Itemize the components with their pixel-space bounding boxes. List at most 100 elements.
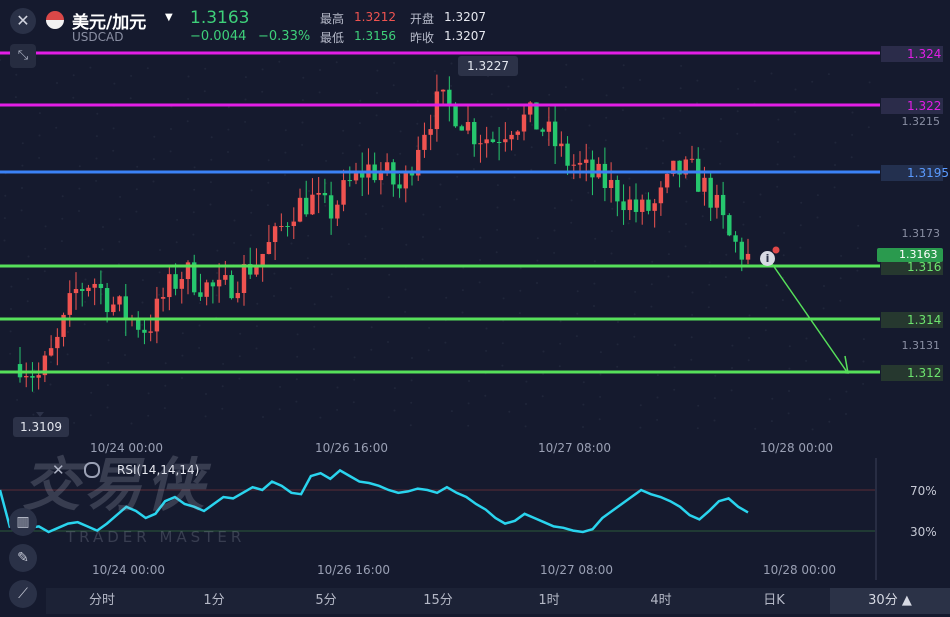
map-dot: [816, 194, 819, 197]
dropdown-icon[interactable]: ▼: [165, 12, 173, 23]
open-label: 开盘: [410, 12, 435, 26]
map-dot: [782, 254, 785, 257]
trend-button[interactable]: ⟋: [9, 580, 37, 608]
map-dot: [502, 297, 505, 300]
map-dot: [158, 293, 161, 296]
map-dot: [737, 87, 740, 90]
timeframe-bar: [46, 588, 950, 614]
map-dot: [696, 79, 699, 82]
map-dot: [621, 109, 624, 112]
map-dot: [21, 164, 24, 167]
map-dot: [352, 401, 355, 404]
tab-fenshi[interactable]: 分时: [80, 588, 124, 614]
map-dot: [793, 133, 796, 136]
indicator-button[interactable]: ▥: [9, 508, 37, 536]
level-tag-1322: 1.322: [881, 98, 943, 114]
map-dot: [513, 198, 516, 201]
map-dot: [95, 135, 98, 138]
candle-body: [378, 172, 384, 181]
tab-4h[interactable]: 4时: [639, 588, 683, 614]
close-button[interactable]: ✕: [10, 8, 36, 34]
candle-body: [123, 296, 128, 319]
map-dot: [799, 224, 802, 227]
candle-body: [92, 283, 97, 288]
map-dot: [468, 380, 470, 382]
map-dot: [501, 342, 504, 345]
time-tick: 10/24 00:00: [92, 563, 165, 577]
map-dot: [840, 254, 843, 257]
map-dot: [204, 415, 207, 418]
level-tag-1314: 1.314: [881, 312, 943, 328]
map-dot: [731, 344, 734, 347]
map-dot: [153, 135, 156, 138]
map-dot: [833, 186, 836, 189]
time-tick: 10/26 16:00: [315, 441, 388, 455]
map-dot: [828, 420, 831, 423]
map-dot: [450, 410, 453, 413]
map-dot: [759, 215, 762, 218]
tab-daily[interactable]: 日K: [752, 588, 796, 614]
map-dot: [89, 66, 92, 69]
map-dot: [524, 425, 527, 428]
map-dot: [313, 325, 316, 328]
pen-button[interactable]: ✎: [9, 544, 37, 572]
tab-15min[interactable]: 15分: [416, 588, 460, 614]
map-dot: [330, 295, 333, 298]
map-dot: [381, 205, 384, 208]
map-dot: [250, 211, 253, 214]
map-dot: [564, 86, 567, 89]
map-dot: [438, 228, 441, 231]
map-dot: [164, 362, 167, 365]
map-dot: [347, 287, 350, 290]
map-dot: [599, 351, 602, 354]
map-dot: [376, 69, 379, 72]
map-dot: [678, 132, 681, 135]
map-dot: [611, 207, 614, 210]
map-dot: [736, 132, 739, 135]
candle-body: [36, 375, 41, 378]
map-dot: [656, 418, 659, 421]
map-dot: [32, 413, 35, 416]
map-dot: [548, 93, 551, 96]
map-dot: [244, 98, 247, 101]
map-dot: [519, 289, 522, 292]
map-dot: [800, 201, 803, 204]
map-dot: [541, 395, 544, 398]
map-dot: [278, 408, 281, 411]
map-dot: [187, 97, 190, 100]
info-icon[interactable]: i: [760, 251, 775, 266]
map-dot: [266, 204, 269, 207]
candle-body: [708, 177, 713, 208]
map-dot: [461, 289, 464, 292]
map-dot: [249, 234, 252, 237]
map-dot: [593, 260, 596, 263]
map-dot: [192, 211, 195, 214]
chart-canvas[interactable]: [0, 0, 950, 617]
candle-body: [285, 226, 290, 228]
expand-button[interactable]: ⤡: [10, 44, 36, 68]
candle-body: [55, 336, 60, 349]
symbol-code: USDCAD: [72, 30, 124, 44]
map-dot: [639, 426, 642, 429]
candle-body: [210, 282, 216, 287]
map-dot: [582, 426, 584, 428]
map-dot: [513, 176, 516, 179]
tab-1min[interactable]: 1分: [192, 588, 236, 614]
tab-30min-selected[interactable]: 30分 ▲: [830, 588, 950, 614]
candle-body: [291, 221, 296, 227]
candle-body: [104, 288, 110, 313]
map-dot: [822, 329, 825, 332]
map-dot: [89, 414, 92, 417]
candle-body: [223, 275, 228, 280]
map-dot: [553, 207, 556, 210]
map-dot: [78, 165, 81, 168]
tab-1h[interactable]: 1时: [527, 588, 571, 614]
tab-5min[interactable]: 5分: [304, 588, 348, 614]
map-dot: [839, 299, 842, 302]
map-dot: [244, 76, 247, 79]
map-dot: [399, 130, 402, 133]
map-dot: [656, 396, 659, 399]
map-dot: [318, 91, 321, 94]
map-dot: [605, 94, 608, 97]
pen-icon: ✎: [17, 550, 29, 566]
